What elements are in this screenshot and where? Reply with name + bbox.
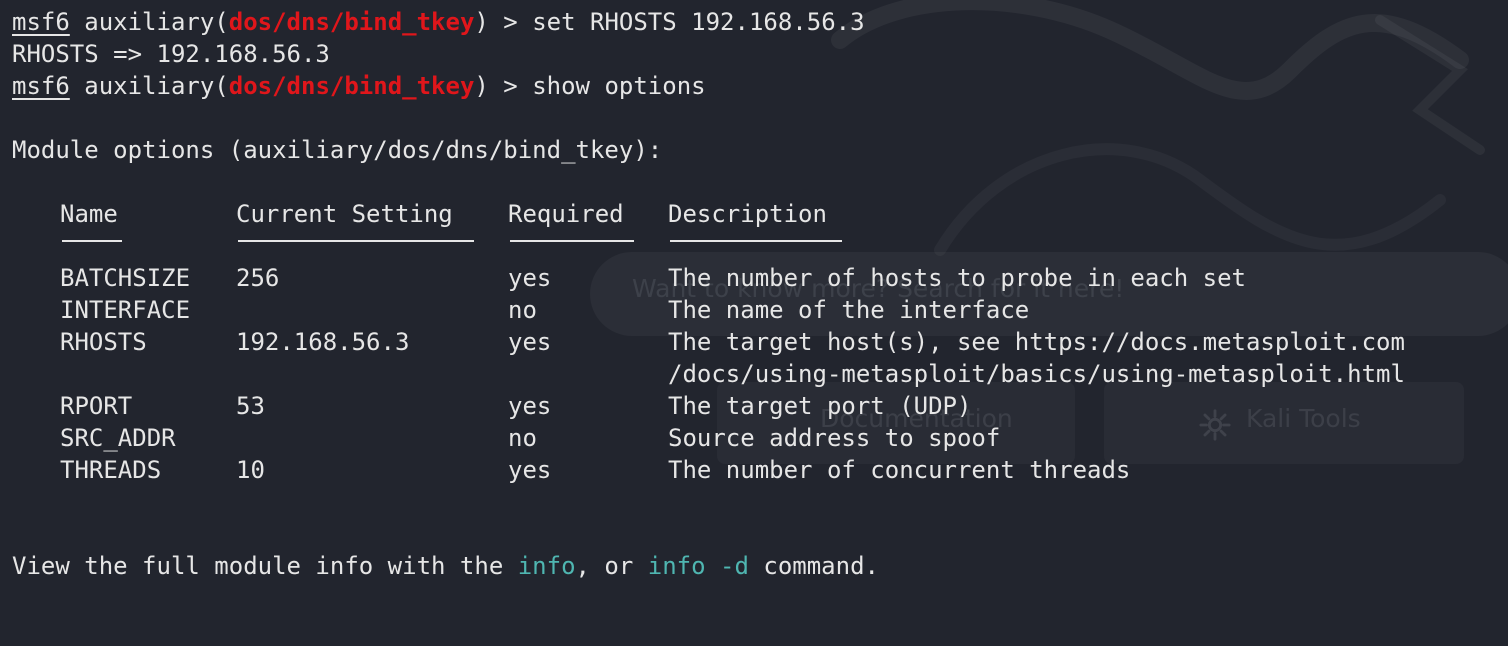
option-description: Source address to spoof (668, 424, 1001, 452)
module-type: auxiliary (84, 8, 215, 36)
option-required: yes (508, 328, 552, 356)
option-description: The target host(s), see https://docs.met… (668, 328, 1405, 356)
option-required: yes (508, 392, 552, 420)
gear-icon (1199, 409, 1231, 441)
kali-tools-card (1104, 382, 1464, 464)
header-underline (670, 240, 842, 242)
header-underline (238, 240, 474, 242)
module-type: auxiliary (84, 72, 215, 100)
prompt-line-show: msf6 auxiliary(dos/dns/bind_tkey) > show… (12, 72, 706, 100)
option-description: The name of the interface (668, 296, 1030, 324)
module-path: dos/dns/bind_tkey (228, 8, 475, 36)
option-required: no (508, 296, 537, 324)
table-row-continuation: /docs/using-metasploit/basics/using-meta… (12, 358, 1405, 390)
header-name: Name (60, 200, 118, 228)
info-command: info (517, 552, 576, 580)
header-underline (62, 240, 122, 242)
option-setting: 53 (236, 392, 265, 420)
terminal-output: msf6 auxiliary(dos/dns/bind_tkey) > set … (12, 6, 1405, 582)
option-description: The number of concurrent threads (668, 456, 1131, 484)
option-setting: 256 (236, 264, 280, 292)
option-required: yes (508, 264, 552, 292)
option-description-continued: /docs/using-metasploit/basics/using-meta… (668, 360, 1405, 388)
kali-tools-card-label: Kali Tools (1246, 404, 1361, 433)
option-name: RHOSTS (60, 328, 147, 356)
table-row: INTERFACE no The name of the interface (12, 294, 1029, 326)
option-description: The number of hosts to probe in each set (668, 264, 1246, 292)
footer-hint: View the full module info with the info,… (12, 550, 879, 582)
prompt-line-set: msf6 auxiliary(dos/dns/bind_tkey) > set … (12, 8, 865, 36)
option-description: The target port (UDP) (668, 392, 972, 420)
option-name: RPORT (60, 392, 133, 420)
option-required: yes (508, 456, 552, 484)
prompt-arrow: > (503, 72, 533, 100)
table-row: RHOSTS 192.168.56.3 yes The target host(… (12, 326, 1405, 358)
prompt-arrow: > (503, 8, 533, 36)
option-setting: 192.168.56.3 (236, 328, 410, 356)
table-row: THREADS 10 yes The number of concurrent … (12, 454, 1130, 486)
option-name: INTERFACE (60, 296, 191, 324)
option-name: BATCHSIZE (60, 264, 191, 292)
option-setting: 10 (236, 456, 265, 484)
msf-prompt: msf6 (12, 8, 70, 36)
footer-prefix: View the full module info with the (12, 552, 518, 580)
kali-dragon-icon (831, 0, 1485, 256)
table-row: RPORT 53 yes The target port (UDP) (12, 390, 971, 422)
option-name: THREADS (60, 456, 162, 484)
footer-middle: , or (575, 552, 648, 580)
options-heading: Module options (auxiliary/dos/dns/bind_t… (12, 136, 663, 164)
module-path: dos/dns/bind_tkey (228, 72, 475, 100)
msf-prompt: msf6 (12, 72, 70, 100)
set-result-line: RHOSTS => 192.168.56.3 (12, 40, 330, 68)
info-detail-command: info -d (647, 552, 749, 580)
header-underline (510, 240, 634, 242)
footer-suffix: command. (748, 552, 879, 580)
header-description: Description (668, 200, 827, 228)
table-row: BATCHSIZE 256 yes The number of hosts to… (12, 262, 1246, 294)
header-underline-row (12, 230, 879, 262)
options-table-header: Name Current Setting Required Descriptio… (12, 198, 879, 230)
option-name: SRC_ADDR (60, 424, 176, 452)
command-set-rhosts: set RHOSTS 192.168.56.3 (532, 8, 865, 36)
header-required: Required (508, 200, 624, 228)
option-required: no (508, 424, 537, 452)
header-current-setting: Current Setting (236, 200, 453, 228)
table-row: SRC_ADDR no Source address to spoof (12, 422, 1000, 454)
command-show-options: show options (532, 72, 706, 100)
